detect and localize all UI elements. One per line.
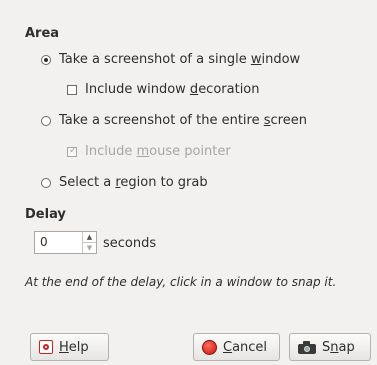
check-mark-icon: ✓ <box>69 144 78 156</box>
radio-indicator[interactable] <box>41 115 51 126</box>
checkbox-include-pointer: ✓ Include mouse pointer <box>67 144 231 159</box>
help-button[interactable]: Help <box>30 333 109 361</box>
delay-unit: seconds <box>103 236 157 251</box>
radio-region[interactable]: Select a region to grab <box>41 175 208 190</box>
radio-single-window[interactable]: Take a screenshot of a single window <box>41 52 300 67</box>
radio-indicator[interactable] <box>41 177 51 188</box>
radio-indicator[interactable] <box>41 54 51 65</box>
radio-single-window-label: Take a screenshot of a single window <box>59 52 301 67</box>
checkbox-include-decoration-label: Include window decoration <box>85 82 260 97</box>
area-heading: Area <box>25 26 60 41</box>
cancel-icon <box>202 339 217 355</box>
radio-entire-screen[interactable]: Take a screenshot of the entire screen <box>41 113 307 128</box>
delay-heading: Delay <box>25 207 66 222</box>
snap-button[interactable]: Snap <box>289 333 371 361</box>
spinner-arrows[interactable]: ▲ ▼ <box>82 232 96 253</box>
spin-down-icon[interactable]: ▼ <box>83 242 96 253</box>
checkbox-indicator: ✓ <box>67 144 78 157</box>
checkbox-indicator[interactable] <box>67 84 77 95</box>
camera-icon <box>298 340 316 354</box>
help-icon <box>39 340 53 354</box>
delay-hint: At the end of the delay, click in a wind… <box>25 275 337 289</box>
cancel-button[interactable]: Cancel <box>193 333 280 361</box>
delay-spinner[interactable]: 0 ▲ ▼ <box>34 231 97 254</box>
delay-value[interactable]: 0 <box>35 232 82 253</box>
help-button-label: Help <box>59 339 89 355</box>
checkbox-include-pointer-label: Include mouse pointer <box>85 144 231 159</box>
spin-up-icon[interactable]: ▲ <box>83 232 96 242</box>
cancel-button-label: Cancel <box>223 339 268 355</box>
checkbox-include-decoration[interactable]: Include window decoration <box>67 82 260 97</box>
radio-entire-screen-label: Take a screenshot of the entire screen <box>59 113 307 128</box>
snap-button-label: Snap <box>322 339 355 355</box>
radio-region-label: Select a region to grab <box>59 175 208 190</box>
